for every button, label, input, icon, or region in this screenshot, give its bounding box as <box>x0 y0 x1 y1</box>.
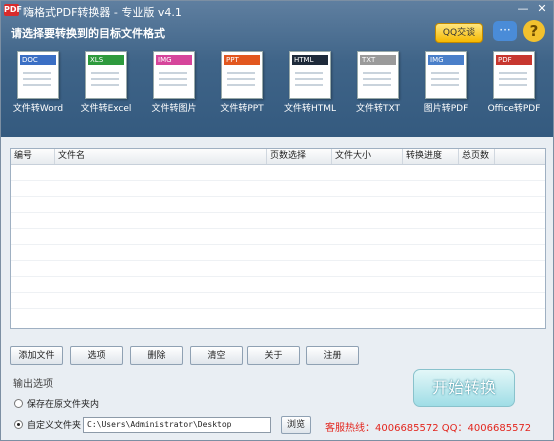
html-doc-icon: HTML <box>289 51 331 99</box>
tile-to-txt[interactable]: TXT 文件转TXT <box>346 51 410 119</box>
ppt-doc-icon: PPT <box>221 51 263 99</box>
format-prompt: 请选择要转换到的目标文件格式 <box>11 27 165 40</box>
table-header: 编号 文件名 页数选择 文件大小 转换进度 总页数 <box>11 149 545 165</box>
tile-label: 文件转Excel <box>80 104 132 114</box>
tile-office-to-pdf[interactable]: PDF Office转PDF <box>482 51 546 119</box>
tile-badge: XLS <box>88 55 124 65</box>
file-table[interactable]: 编号 文件名 页数选择 文件大小 转换进度 总页数 <box>10 148 546 329</box>
tile-label: 文件转PPT <box>220 104 264 114</box>
tile-to-word[interactable]: DOC 文件转Word <box>6 51 70 119</box>
chat-icon[interactable]: ··· <box>493 21 517 41</box>
radio-save-original[interactable] <box>14 399 23 408</box>
column-header-file-size[interactable]: 文件大小 <box>332 149 403 164</box>
about-button[interactable]: 关于 <box>247 346 300 365</box>
tile-to-ppt[interactable]: PPT 文件转PPT <box>210 51 274 119</box>
add-file-button[interactable]: 添加文件 <box>10 346 63 365</box>
pdf-doc-icon: PDF <box>493 51 535 99</box>
image-pdf-doc-icon: IMG <box>425 51 467 99</box>
title-bar: PDF 嗨格式PDF转换器 - 专业版 v4.1 — ✕ <box>1 1 553 21</box>
radio-custom-folder[interactable] <box>14 420 23 429</box>
help-icon[interactable]: ? <box>523 20 545 42</box>
options-button[interactable]: 选项 <box>70 346 123 365</box>
txt-doc-icon: TXT <box>357 51 399 99</box>
window-title: 嗨格式PDF转换器 - 专业版 v4.1 <box>23 6 182 19</box>
delete-button[interactable]: 删除 <box>130 346 183 365</box>
start-convert-button[interactable]: 开始转换 <box>413 369 515 407</box>
tile-badge: PPT <box>224 55 260 65</box>
browse-button[interactable]: 浏览 <box>281 416 311 434</box>
word-doc-icon: DOC <box>17 51 59 99</box>
app-logo-icon: PDF <box>4 4 22 16</box>
tile-label: Office转PDF <box>487 104 541 114</box>
image-doc-icon: IMG <box>153 51 195 99</box>
tile-to-excel[interactable]: XLS 文件转Excel <box>74 51 138 119</box>
column-header-index[interactable]: 编号 <box>11 149 55 164</box>
app-window: PDF 嗨格式PDF转换器 - 专业版 v4.1 — ✕ 请选择要转换到的目标文… <box>0 0 554 441</box>
custom-folder-label[interactable]: 自定义文件夹 <box>27 418 81 431</box>
tile-label: 文件转HTML <box>283 104 337 114</box>
tile-image-to-pdf[interactable]: IMG 图片转PDF <box>414 51 478 119</box>
tile-badge: PDF <box>496 55 532 65</box>
tile-badge: HTML <box>292 55 328 65</box>
minimize-button[interactable]: — <box>515 2 531 16</box>
column-header-progress[interactable]: 转换进度 <box>403 149 459 164</box>
tile-badge: DOC <box>20 55 56 65</box>
clear-button[interactable]: 清空 <box>190 346 243 365</box>
save-original-label[interactable]: 保存在原文件夹内 <box>27 397 99 410</box>
tile-to-html[interactable]: HTML 文件转HTML <box>278 51 342 119</box>
output-path-field[interactable]: C:\Users\Administrator\Desktop <box>83 417 271 433</box>
tile-to-image[interactable]: IMG 文件转图片 <box>142 51 206 119</box>
qq-chat-button[interactable]: QQ交谈 <box>435 23 483 43</box>
column-header-filename[interactable]: 文件名 <box>55 149 267 164</box>
tile-label: 文件转TXT <box>355 104 400 114</box>
close-button[interactable]: ✕ <box>534 2 550 16</box>
tile-label: 文件转Word <box>12 104 64 114</box>
excel-doc-icon: XLS <box>85 51 127 99</box>
tile-badge: IMG <box>156 55 192 65</box>
column-header-page-range[interactable]: 页数选择 <box>267 149 332 164</box>
contact-info: 客服热线：4006685572 QQ：4006685572 <box>325 423 532 434</box>
header-panel: PDF 嗨格式PDF转换器 - 专业版 v4.1 — ✕ 请选择要转换到的目标文… <box>1 1 553 137</box>
tile-badge: IMG <box>428 55 464 65</box>
tile-label: 图片转PDF <box>423 104 469 114</box>
column-header-total-pages[interactable]: 总页数 <box>459 149 495 164</box>
tile-badge: TXT <box>360 55 396 65</box>
register-button[interactable]: 注册 <box>306 346 359 365</box>
output-options-title: 输出选项 <box>13 379 53 390</box>
tile-label: 文件转图片 <box>151 104 197 114</box>
